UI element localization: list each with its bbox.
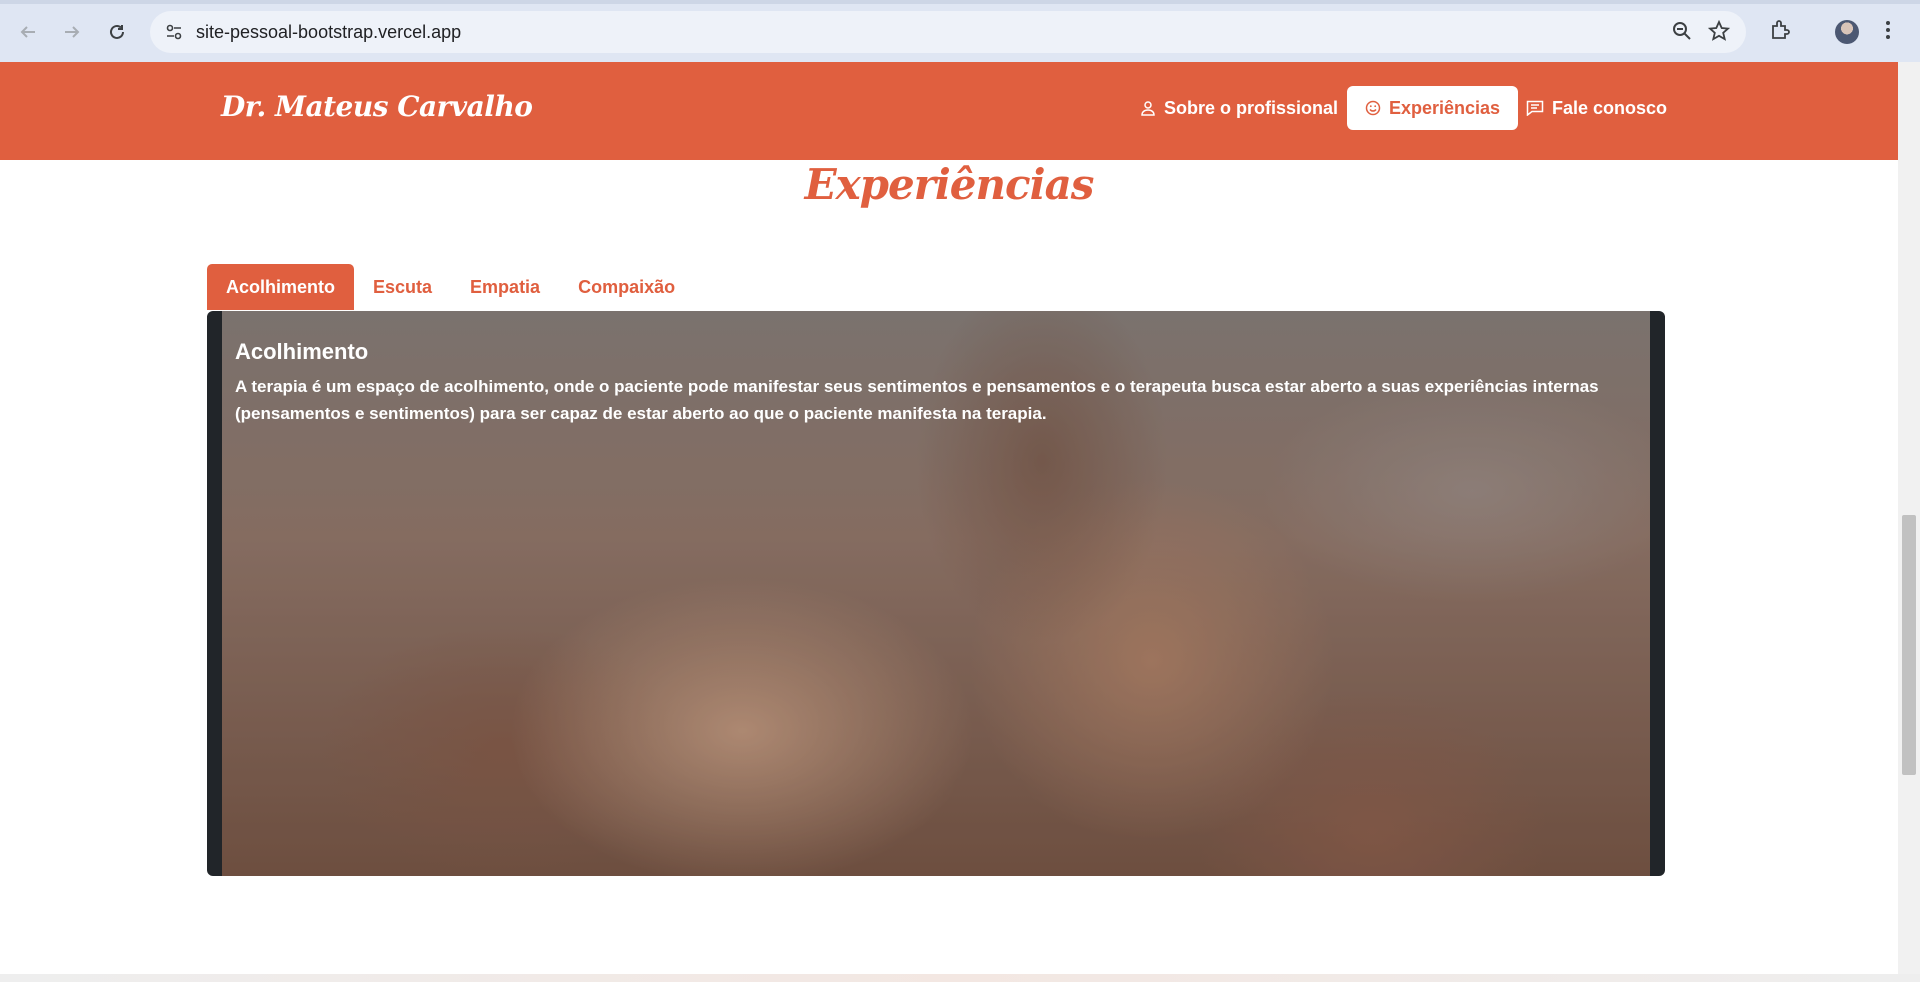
- smile-icon: [1365, 100, 1381, 116]
- nav-experiencias[interactable]: Experiências: [1347, 86, 1519, 130]
- panel-title: Acolhimento: [235, 339, 369, 364]
- extensions-icon[interactable]: [1769, 18, 1793, 47]
- nav-label: Sobre o profissional: [1164, 97, 1339, 118]
- tab-strip: [0, 0, 1920, 4]
- section-title: Experiências: [804, 160, 1095, 209]
- site-settings-icon[interactable]: [162, 20, 186, 44]
- reload-icon: [110, 24, 124, 39]
- browser-toolbar: site-pessoal-bootstrap.vercel.app: [0, 0, 1920, 62]
- tab-empatia[interactable]: Empatia: [451, 264, 559, 310]
- reload-button[interactable]: [101, 16, 133, 48]
- arrow-right-icon: [65, 26, 80, 38]
- zoom-icon[interactable]: [1672, 21, 1692, 46]
- page-scrollbar[interactable]: [1898, 62, 1920, 974]
- nav-label: Experiências: [1389, 97, 1501, 118]
- site-navbar: Dr. Mateus Carvalho Sobre o profissional…: [0, 62, 1898, 160]
- arrow-left-icon: [20, 26, 35, 38]
- nav-label: Fale conosco: [1552, 97, 1668, 118]
- person-icon: [1141, 101, 1155, 116]
- tab-escuta[interactable]: Escuta: [354, 264, 451, 310]
- bookmark-star-icon[interactable]: [1707, 19, 1731, 47]
- menu-kebab-icon[interactable]: [1884, 18, 1892, 47]
- brand-logo[interactable]: Dr. Mateus Carvalho: [221, 90, 533, 123]
- nav-sobre-o-profissional[interactable]: Sobre o profissional: [1140, 86, 1338, 130]
- tab-compaixao[interactable]: Compaixão: [559, 264, 694, 310]
- profile-avatar[interactable]: [1835, 20, 1859, 44]
- experience-tabs: Acolhimento Escuta Empatia Compaixão: [207, 264, 694, 310]
- chat-icon: [1526, 100, 1544, 116]
- scrollbar-thumb[interactable]: [1902, 515, 1916, 775]
- back-button[interactable]: [12, 16, 44, 48]
- tab-content-panel: Acolhimento A terapia é um espaço de aco…: [207, 311, 1665, 876]
- nav-fale-conosco[interactable]: Fale conosco: [1526, 86, 1667, 130]
- address-bar[interactable]: site-pessoal-bootstrap.vercel.app: [150, 11, 1746, 53]
- tab-acolhimento[interactable]: Acolhimento: [207, 264, 355, 310]
- url-text[interactable]: site-pessoal-bootstrap.vercel.app: [196, 22, 461, 43]
- panel-text: A terapia é um espaço de acolhimento, on…: [235, 377, 1599, 423]
- forward-button[interactable]: [56, 16, 88, 48]
- bottom-edge: [0, 974, 1920, 982]
